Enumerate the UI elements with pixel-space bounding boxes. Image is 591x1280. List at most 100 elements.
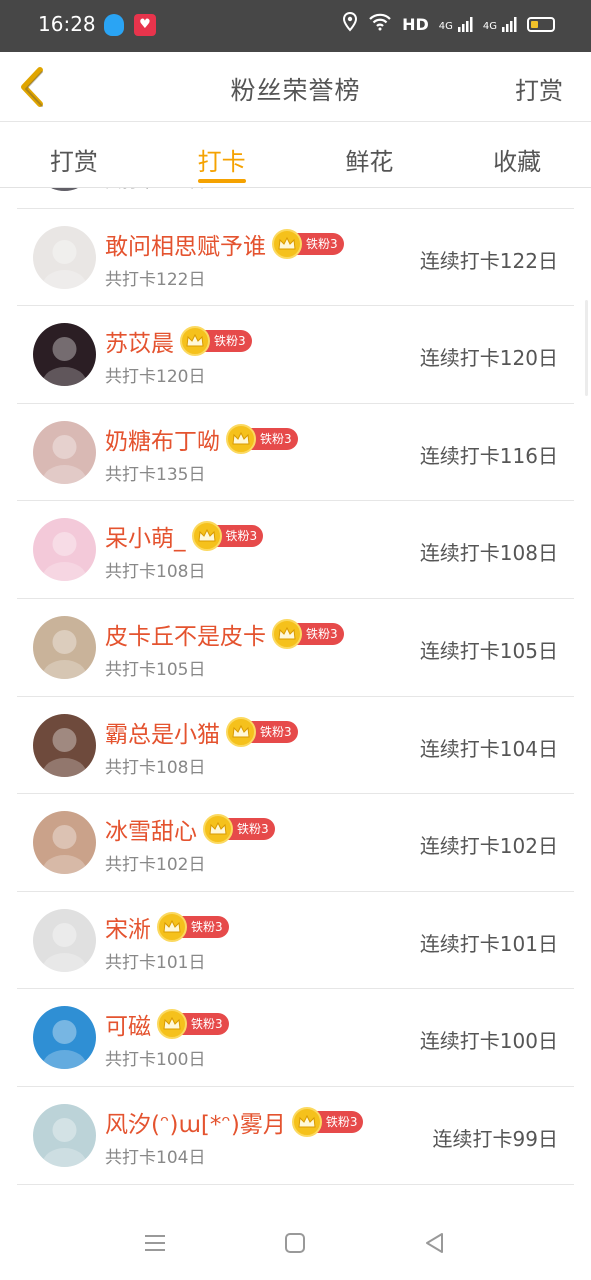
- avatar[interactable]: [33, 188, 96, 191]
- fan-level-badge: 铁粉3: [272, 618, 344, 649]
- name-line: 奶糖布丁呦 铁粉3: [105, 422, 298, 456]
- hd-icon: HD: [402, 14, 429, 34]
- streak-checkin-days: 连续打卡100日: [419, 1029, 558, 1054]
- avatar[interactable]: [33, 615, 96, 679]
- avatar[interactable]: [33, 518, 96, 582]
- crown-icon: [203, 814, 233, 845]
- name-line: 苏苡晨 铁粉3: [105, 324, 252, 358]
- name-line: 冰雪甜心 铁粉3: [105, 812, 275, 846]
- total-checkin-days: 共打卡122日: [105, 269, 206, 290]
- tab-1[interactable]: 打卡: [148, 122, 296, 187]
- fan-row[interactable]: 皮卡丘不是皮卡 铁粉3 共打卡105日 连续打卡105日: [17, 599, 574, 697]
- streak-checkin-days: 连续打卡104日: [419, 736, 558, 761]
- fan-name: 皮卡丘不是皮卡: [105, 623, 266, 650]
- crown-icon: [272, 618, 302, 649]
- fan-name: 奶糖布丁呦: [105, 428, 220, 455]
- fan-row[interactable]: 冰雪甜心 铁粉3 共打卡102日 连续打卡102日: [17, 794, 574, 892]
- fan-name: 风汐(ᵔ)ɯ[*ᵔ)雾月: [105, 1111, 286, 1138]
- fan-row[interactable]: 奶糖布丁呦 铁粉3 共打卡135日 连续打卡116日: [17, 404, 574, 502]
- qq-icon: [104, 14, 124, 36]
- total-checkin-days: 共打卡101日: [105, 952, 206, 973]
- streak-checkin-days: 连续打卡120日: [419, 346, 558, 371]
- avatar[interactable]: [33, 811, 96, 875]
- header: 粉丝荣誉榜 打赏: [0, 52, 591, 122]
- fan-row[interactable]: 风汐(ᵔ)ɯ[*ᵔ)雾月 铁粉3 共打卡104日 连续打卡99日: [17, 1087, 574, 1185]
- signal-icon: 4G: [483, 16, 517, 32]
- tab-bar: 打赏 打卡 鲜花 收藏: [0, 122, 591, 188]
- fan-level-badge: 铁粉3: [272, 228, 344, 259]
- name-line: 皮卡丘不是皮卡 铁粉3: [105, 617, 344, 651]
- total-checkin-days: 共打卡102日: [105, 855, 206, 876]
- avatar[interactable]: [33, 1103, 96, 1167]
- fan-list-viewport[interactable]: 九辞暮歌铁粉3共打卡124日连续打卡124日敢问相思赋予谁铁粉3共打卡122日连…: [0, 188, 591, 1208]
- fan-level-badge: 铁粉3: [180, 326, 252, 357]
- back-triangle-icon[interactable]: [420, 1228, 450, 1258]
- fan-name: 敢问相思赋予谁: [105, 233, 266, 260]
- fan-row[interactable]: 苏苡晨 铁粉3 共打卡120日 连续打卡120日: [17, 306, 574, 404]
- avatar[interactable]: [33, 1006, 96, 1070]
- fan-row[interactable]: 敢问相思赋予谁 铁粉3 共打卡122日 连续打卡122日: [17, 209, 574, 307]
- status-time: 16:28: [38, 12, 96, 36]
- fan-row[interactable]: 霸总是小猫 铁粉3 共打卡108日 连续打卡104日: [17, 697, 574, 795]
- total-checkin-days: 共打卡124日: [105, 188, 205, 192]
- streak-checkin-days: 连续打卡108日: [419, 541, 558, 566]
- status-bar: 16:28 ♥ HD 4G 4G: [0, 0, 591, 52]
- fan-row[interactable]: 宋淅 铁粉3 共打卡101日 连续打卡101日: [17, 892, 574, 990]
- crown-icon: [157, 911, 187, 942]
- crown-icon: [291, 1106, 322, 1137]
- total-checkin-days: 共打卡108日: [105, 757, 206, 778]
- crown-icon: [180, 326, 210, 357]
- fan-level-badge: 铁粉3: [157, 1009, 229, 1040]
- total-checkin-days: 共打卡105日: [105, 659, 206, 680]
- streak-checkin-days: 连续打卡122日: [419, 248, 558, 273]
- avatar[interactable]: [33, 420, 96, 484]
- home-icon[interactable]: [280, 1228, 310, 1258]
- fan-level-badge: 铁粉3: [226, 716, 298, 747]
- crown-icon: [272, 228, 302, 259]
- name-line: 霸总是小猫 铁粉3: [105, 715, 298, 749]
- total-checkin-days: 共打卡135日: [105, 464, 206, 485]
- page-title: 粉丝荣誉榜: [230, 76, 361, 105]
- crown-icon: [226, 716, 256, 747]
- streak-checkin-days: 连续打卡105日: [419, 638, 558, 663]
- name-line: 敢问相思赋予谁 铁粉3: [105, 227, 344, 261]
- avatar[interactable]: [33, 908, 96, 972]
- location-icon: [342, 11, 358, 36]
- heart-app-icon: ♥: [134, 14, 156, 36]
- total-checkin-days: 共打卡104日: [105, 1147, 206, 1168]
- fan-row[interactable]: 九辞暮歌铁粉3共打卡124日连续打卡124日: [17, 188, 574, 209]
- name-line: 呆小萌_ 铁粉3: [105, 519, 264, 553]
- fan-level-badge: 铁粉3: [203, 814, 275, 845]
- fan-list: 九辞暮歌铁粉3共打卡124日连续打卡124日敢问相思赋予谁铁粉3共打卡122日连…: [0, 188, 591, 1185]
- menu-icon[interactable]: [140, 1228, 170, 1258]
- name-line: 宋淅 铁粉3: [105, 910, 229, 944]
- avatar[interactable]: [33, 225, 96, 289]
- fan-row[interactable]: 呆小萌_ 铁粉3 共打卡108日 连续打卡108日: [17, 501, 574, 599]
- network-label: 4G: [438, 21, 453, 32]
- battery-icon: [527, 16, 555, 32]
- name-line: 可磁 铁粉3: [105, 1007, 229, 1041]
- fan-level-badge: 铁粉3: [291, 1106, 364, 1137]
- streak-checkin-days: 连续打卡116日: [419, 443, 558, 468]
- network-label: 4G: [482, 21, 497, 32]
- total-checkin-days: 共打卡120日: [105, 367, 206, 388]
- total-checkin-days: 共打卡108日: [105, 562, 206, 583]
- tab-2[interactable]: 鲜花: [296, 122, 444, 187]
- tab-3[interactable]: 收藏: [443, 122, 591, 187]
- scrollbar[interactable]: [585, 300, 588, 396]
- fan-name: 可磁: [105, 1014, 151, 1041]
- tab-0[interactable]: 打赏: [0, 122, 148, 187]
- fan-row[interactable]: 可磁 铁粉3 共打卡100日 连续打卡100日: [17, 989, 574, 1087]
- crown-icon: [191, 521, 222, 552]
- fan-level-badge: 铁粉3: [226, 423, 298, 454]
- crown-icon: [226, 423, 256, 454]
- fan-name: 苏苡晨: [105, 331, 174, 358]
- wifi-icon: [368, 13, 392, 35]
- status-indicators: HD 4G 4G: [342, 11, 555, 36]
- streak-checkin-days: 连续打卡102日: [419, 834, 558, 859]
- fan-name: 宋淅: [105, 916, 151, 943]
- reward-button[interactable]: 打赏: [515, 71, 563, 106]
- streak-checkin-days: 连续打卡99日: [432, 1126, 558, 1151]
- avatar[interactable]: [33, 323, 96, 387]
- avatar[interactable]: [33, 713, 96, 777]
